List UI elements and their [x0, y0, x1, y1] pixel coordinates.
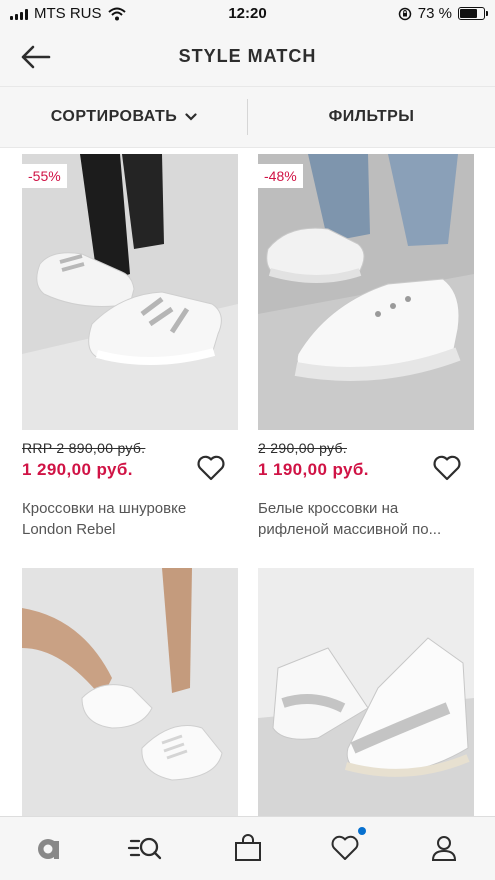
tab-home[interactable] — [29, 833, 69, 865]
filter-button[interactable]: ФИЛЬТРЫ — [248, 87, 495, 147]
product-card[interactable] — [258, 568, 474, 816]
product-title-line: Кроссовки на шнуровке — [22, 500, 187, 517]
sneaker-photo-2 — [258, 154, 474, 430]
filter-label: ФИЛЬТРЫ — [328, 108, 415, 125]
product-grid[interactable]: -55% RRP 2 890,00 руб. 1 290,00 руб. Кро… — [0, 148, 495, 816]
bag-icon — [235, 834, 261, 861]
sneaker-photo-1 — [22, 154, 238, 430]
status-bar: MTS RUS 12:20 73 % — [0, 0, 495, 28]
battery-icon — [458, 7, 488, 20]
discount-badge: -48% — [258, 164, 303, 188]
product-title-line: Белые кроссовки на — [258, 500, 399, 517]
chevron-down-icon — [185, 113, 197, 121]
product-image[interactable]: -55% — [22, 154, 238, 430]
heart-icon[interactable] — [432, 454, 462, 482]
account-icon — [431, 836, 457, 861]
product-card[interactable]: -48% 2 290,00 руб. 1 190,00 руб. Белые к… — [258, 154, 474, 540]
tab-search[interactable] — [125, 833, 165, 865]
sort-filter-bar: СОРТИРОВАТЬ ФИЛЬТРЫ — [0, 86, 495, 148]
search-icon — [127, 837, 162, 860]
bottom-tab-bar — [0, 816, 495, 880]
tab-account[interactable] — [424, 833, 464, 865]
battery-percent: 73 % — [417, 5, 452, 22]
product-image[interactable] — [258, 568, 474, 816]
saved-icon — [331, 835, 359, 860]
product-card[interactable]: -55% RRP 2 890,00 руб. 1 290,00 руб. Кро… — [22, 154, 238, 540]
tab-saved[interactable] — [325, 827, 366, 865]
nav-header: STYLE MATCH — [0, 28, 495, 86]
product-title-line: рифленой массивной по... — [258, 521, 442, 538]
orientation-lock-icon — [398, 7, 412, 20]
sneaker-photo-4 — [258, 568, 474, 816]
product-image[interactable] — [22, 568, 238, 816]
heart-icon[interactable] — [196, 454, 226, 482]
notification-dot — [358, 827, 366, 835]
discount-badge: -55% — [22, 164, 67, 188]
product-title[interactable]: Кроссовки на шнуровке London Rebel — [22, 498, 238, 540]
tab-bag[interactable] — [228, 833, 268, 865]
home-icon — [38, 839, 59, 859]
product-card[interactable] — [22, 568, 238, 816]
sort-label: СОРТИРОВАТЬ — [50, 108, 178, 125]
product-image[interactable]: -48% — [258, 154, 474, 430]
page-title: STYLE MATCH — [178, 46, 317, 66]
product-title-line: London Rebel — [22, 521, 116, 538]
sneaker-photo-3 — [22, 568, 238, 816]
sort-button[interactable]: СОРТИРОВАТЬ — [0, 87, 248, 147]
product-title[interactable]: Белые кроссовки на рифленой массивной по… — [258, 498, 474, 540]
